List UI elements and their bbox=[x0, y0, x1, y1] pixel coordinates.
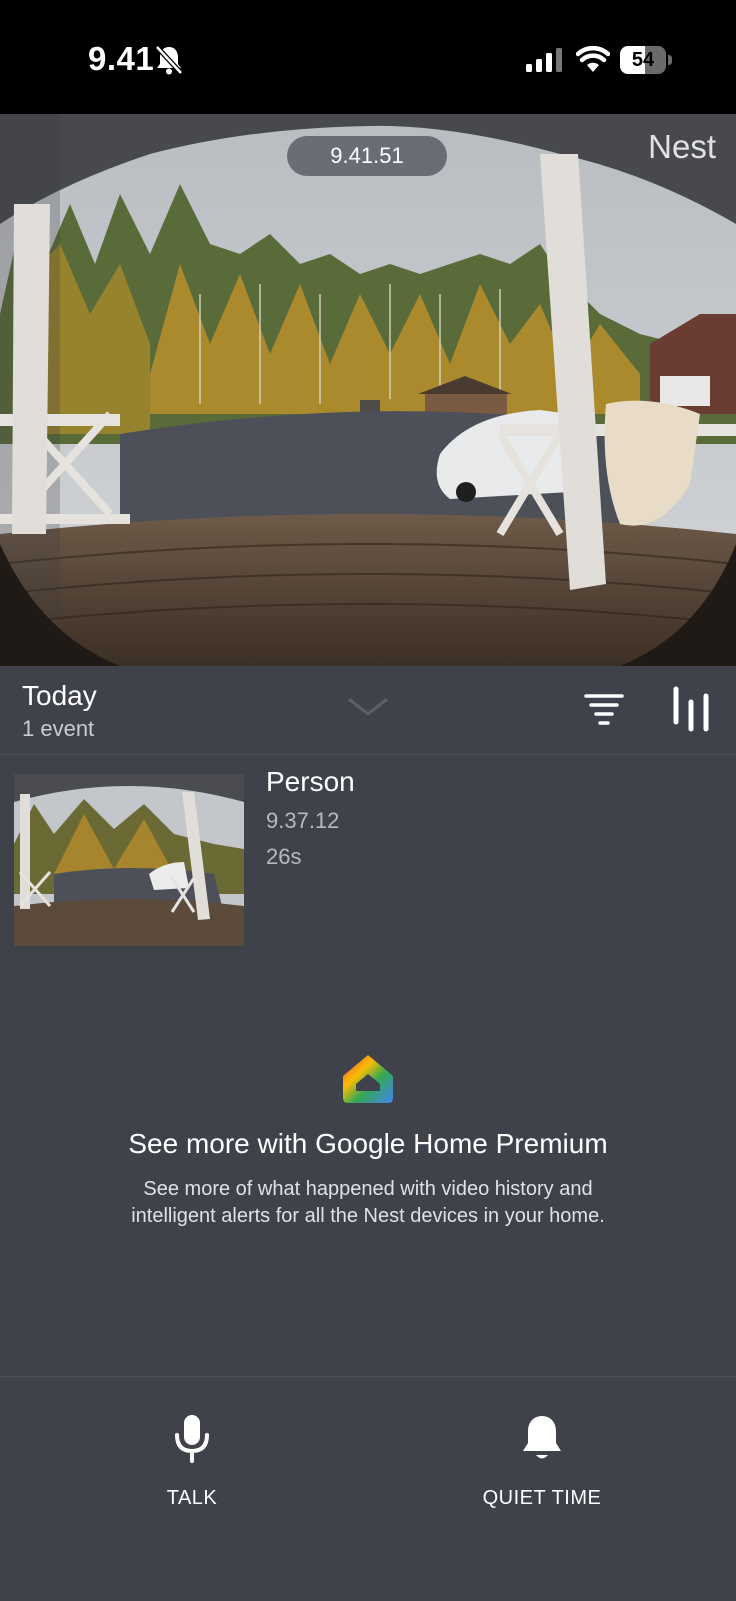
battery-icon: 54 bbox=[620, 46, 672, 74]
live-timestamp: 9.41.51 bbox=[287, 136, 447, 176]
events-count: 1 event bbox=[22, 716, 95, 741]
battery-body: 54 bbox=[620, 46, 666, 74]
talk-button[interactable]: TALK bbox=[72, 1377, 312, 1537]
promo-title: See more with Google Home Premium bbox=[128, 1128, 608, 1159]
events-header: Today 1 event bbox=[0, 666, 736, 755]
event-list-item[interactable]: Person 9.37.12 26s bbox=[14, 766, 722, 946]
cellular-signal-icon bbox=[526, 48, 562, 72]
camera-live-view[interactable]: 9.41.51 Nest bbox=[0, 114, 736, 666]
microphone-icon bbox=[175, 1415, 209, 1463]
promo-body: See more of what happened with video his… bbox=[131, 1178, 605, 1227]
nest-logo: Nest bbox=[648, 128, 716, 165]
bell-slash-icon bbox=[155, 45, 183, 75]
wifi-icon bbox=[576, 46, 610, 72]
google-home-icon bbox=[343, 1055, 393, 1103]
event-type: Person bbox=[266, 766, 355, 797]
event-thumbnail-image bbox=[14, 774, 244, 946]
quiet-time-button[interactable]: QUIET TIME bbox=[422, 1377, 662, 1537]
status-time: 9.41 bbox=[88, 40, 155, 77]
event-duration: 26s bbox=[266, 844, 302, 869]
events-day-title: Today bbox=[22, 680, 97, 711]
talk-label: TALK bbox=[166, 1487, 218, 1509]
quiet-time-label: QUIET TIME bbox=[482, 1487, 602, 1509]
status-bar: 9.41 54 bbox=[0, 0, 736, 114]
event-thumbnail[interactable] bbox=[14, 774, 244, 946]
bottom-action-bar: TALK QUIET TIME bbox=[0, 1376, 736, 1601]
event-time: 9.37.12 bbox=[266, 808, 340, 833]
chevron-down-icon[interactable] bbox=[346, 696, 390, 718]
battery-label: 54 bbox=[631, 49, 655, 71]
bell-icon bbox=[523, 1416, 561, 1459]
timeline-icon[interactable] bbox=[670, 686, 712, 732]
filter-icon[interactable] bbox=[584, 692, 624, 728]
battery-tip bbox=[668, 55, 672, 65]
camera-image bbox=[0, 114, 736, 666]
